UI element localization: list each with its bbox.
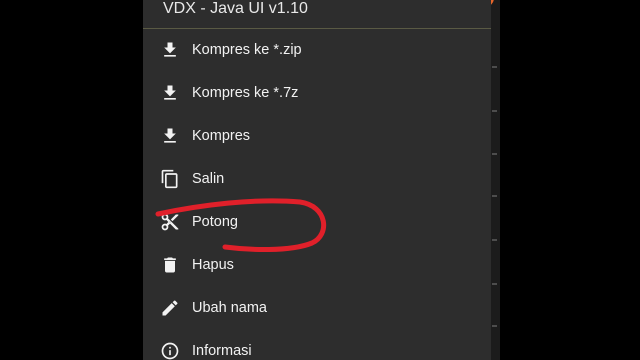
- list-tick: [492, 325, 497, 327]
- menu-item-label: Potong: [192, 214, 238, 230]
- menu-item-label: Informasi: [192, 343, 252, 359]
- pencil-icon: [160, 298, 180, 318]
- copy-icon: [160, 169, 180, 189]
- list-tick: [492, 195, 497, 197]
- download-icon: [160, 40, 180, 60]
- background-list-edge: [491, 0, 500, 360]
- list-tick: [492, 66, 497, 68]
- list-tick: [492, 153, 497, 155]
- menu-item-label: Kompres ke *.zip: [192, 42, 302, 58]
- scissors-icon: [160, 212, 180, 232]
- list-tick: [492, 239, 497, 241]
- trash-icon: [160, 255, 180, 275]
- menu-item-label: Kompres: [192, 128, 251, 144]
- menu-title: VDX - Java UI v1.10: [163, 0, 308, 17]
- list-tick: [492, 283, 497, 285]
- menu-item-info[interactable]: Informasi: [143, 330, 491, 360]
- menu-item-compress-7z[interactable]: Kompres ke *.7z: [143, 72, 491, 114]
- menu-item-label: Salin: [192, 171, 225, 187]
- menu-item-compress[interactable]: Kompres: [143, 115, 491, 157]
- menu-item-label: Kompres ke *.7z: [192, 85, 299, 101]
- menu-item-rename[interactable]: Ubah nama: [143, 287, 491, 329]
- list-tick: [492, 110, 497, 112]
- menu-item-cut[interactable]: Potong: [143, 201, 491, 243]
- menu-item-label: Hapus: [192, 257, 234, 273]
- download-icon: [160, 83, 180, 103]
- info-icon: [160, 341, 180, 360]
- menu-item-label: Ubah nama: [192, 300, 267, 316]
- menu-item-compress-zip[interactable]: Kompres ke *.zip: [143, 29, 491, 71]
- context-menu: VDX - Java UI v1.10 Kompres ke *.zip Kom…: [143, 0, 491, 360]
- menu-item-delete[interactable]: Hapus: [143, 244, 491, 286]
- download-icon: [160, 126, 180, 146]
- menu-item-copy[interactable]: Salin: [143, 158, 491, 200]
